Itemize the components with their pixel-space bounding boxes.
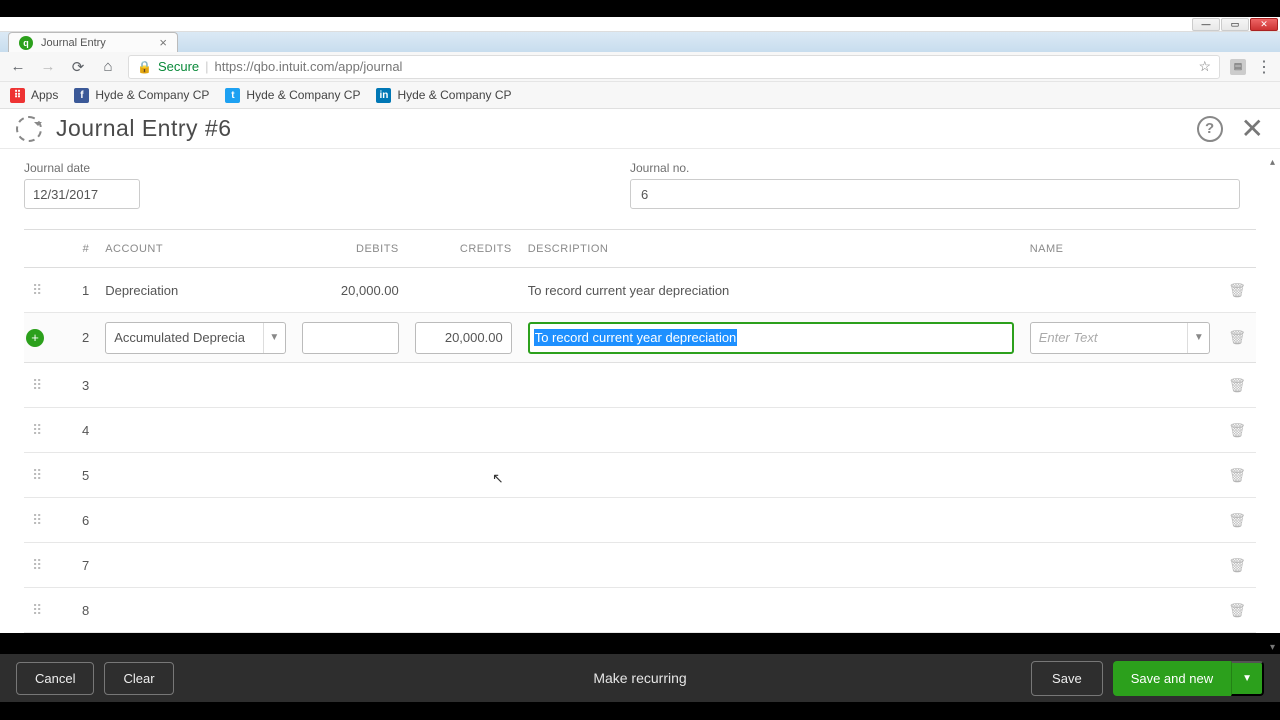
window-minimize-button[interactable]: — [1192,18,1220,31]
col-name: NAME [1022,230,1219,268]
help-button[interactable]: ? [1197,116,1223,142]
lock-icon: 🔒 [137,60,152,74]
save-button[interactable]: Save [1031,661,1103,696]
debit-input[interactable] [302,322,399,354]
linkedin-icon: in [376,88,391,103]
browser-address-bar: ← → ⟳ ⌂ 🔒 Secure | https://qbo.intuit.co… [0,52,1280,82]
browser-tab[interactable]: q Journal Entry × [8,32,178,52]
page-header: Journal Entry #6 ? ✕ [0,109,1280,149]
facebook-icon: f [74,88,89,103]
table-row[interactable]: ⠿6🗑 [24,498,1256,543]
twitter-icon: t [225,88,240,103]
delete-row-icon[interactable]: 🗑 [1228,602,1246,618]
pdf-extension-icon[interactable]: ▤ [1230,59,1246,75]
recurring-icon [16,116,42,142]
desc-cell[interactable]: To record current year depreciation [520,268,1022,313]
table-row[interactable]: ⠿7🗑 [24,543,1256,588]
drag-handle-icon[interactable]: ⠿ [32,422,42,438]
nav-reload-icon[interactable]: ⟳ [68,58,88,76]
table-row[interactable]: ⠿8🗑 [24,588,1256,633]
nav-home-icon[interactable]: ⌂ [98,58,118,75]
table-header-row: # ACCOUNT DEBITS CREDITS DESCRIPTION NAM… [24,230,1256,268]
table-row[interactable]: ⠿3🗑 [24,363,1256,408]
drag-handle-icon[interactable]: ⠿ [32,602,42,618]
journal-date-label: Journal date [24,161,140,175]
page-title: Journal Entry #6 [56,115,231,142]
add-row-button[interactable]: + [26,329,44,347]
table-row-active[interactable]: + 2 Accumulated Deprecia ▼ To record cur… [24,313,1256,363]
delete-row-icon[interactable]: 🗑 [1228,422,1246,438]
col-debits: DEBITS [294,230,407,268]
scroll-down-icon[interactable]: ▾ [1270,642,1280,652]
credit-cell[interactable] [407,268,520,313]
letterbox-top [0,0,1280,17]
col-num: # [55,230,97,268]
tab-close-icon[interactable]: × [159,35,167,50]
journal-date-input[interactable] [24,179,140,209]
delete-row-icon[interactable]: 🗑 [1228,377,1246,393]
account-cell[interactable]: Depreciation [97,268,294,313]
browser-menu-icon[interactable]: ⋮ [1256,57,1272,77]
name-dropdown[interactable]: Enter Text ▼ [1030,322,1211,354]
panel-close-button[interactable]: ✕ [1241,112,1264,145]
scroll-up-icon[interactable]: ▴ [1270,157,1280,167]
bookmark-star-icon[interactable]: ☆ [1198,58,1211,75]
delete-row-icon[interactable]: 🗑 [1228,329,1246,345]
journal-table: # ACCOUNT DEBITS CREDITS DESCRIPTION NAM… [0,229,1280,633]
footer-bar: Cancel Clear Make recurring Save Save an… [0,654,1280,702]
journal-no-input[interactable] [630,179,1240,209]
window-chrome: — ▭ ✕ [0,17,1280,32]
name-cell[interactable] [1022,268,1219,313]
selected-text: To record current year depreciation [534,329,738,346]
letterbox-bottom [0,702,1280,720]
delete-row-icon[interactable]: 🗑 [1228,282,1246,298]
col-description: DESCRIPTION [520,230,1022,268]
cancel-button[interactable]: Cancel [16,662,94,695]
chevron-down-icon[interactable]: ▼ [1187,323,1209,353]
tab-favicon-icon: q [19,36,33,50]
nav-forward-icon: → [38,58,58,75]
col-account: ACCOUNT [97,230,294,268]
window-maximize-button[interactable]: ▭ [1221,18,1249,31]
url-input[interactable]: 🔒 Secure | https://qbo.intuit.com/app/jo… [128,55,1220,79]
delete-row-icon[interactable]: 🗑 [1228,557,1246,573]
bookmark-fb[interactable]: f Hyde & Company CP [74,88,209,103]
browser-tab-bar: q Journal Entry × [0,32,1280,52]
make-recurring-link[interactable]: Make recurring [593,670,686,686]
drag-handle-icon[interactable]: ⠿ [32,282,42,298]
apps-icon: ⠿ [10,88,25,103]
chevron-down-icon[interactable]: ▼ [263,323,285,353]
table-row[interactable]: ⠿4🗑 [24,408,1256,453]
form-fields: Journal date Journal no. [0,149,1280,229]
table-row[interactable]: ⠿ 1 Depreciation 20,000.00 To record cur… [24,268,1256,313]
drag-handle-icon[interactable]: ⠿ [32,467,42,483]
debit-cell[interactable]: 20,000.00 [294,268,407,313]
url-text: https://qbo.intuit.com/app/journal [215,59,403,74]
bookmarks-bar: ⠿ Apps f Hyde & Company CP t Hyde & Comp… [0,82,1280,109]
bookmark-li[interactable]: in Hyde & Company CP [376,88,511,103]
drag-handle-icon[interactable]: ⠿ [32,512,42,528]
journal-no-label: Journal no. [630,161,1240,175]
description-input[interactable]: To record current year depreciation [528,322,1014,354]
table-row[interactable]: ⠿5🗑 [24,453,1256,498]
save-and-new-button[interactable]: Save and new [1113,661,1231,696]
tab-title: Journal Entry [41,37,151,49]
clear-button[interactable]: Clear [104,662,173,695]
nav-back-icon[interactable]: ← [8,58,28,75]
apps-button[interactable]: ⠿ Apps [10,88,58,103]
drag-handle-icon[interactable]: ⠿ [32,377,42,393]
delete-row-icon[interactable]: 🗑 [1228,467,1246,483]
account-dropdown[interactable]: Accumulated Deprecia ▼ [105,322,286,354]
col-credits: CREDITS [407,230,520,268]
drag-handle-icon[interactable]: ⠿ [32,557,42,573]
credit-input[interactable] [415,322,512,354]
bookmark-tw[interactable]: t Hyde & Company CP [225,88,360,103]
delete-row-icon[interactable]: 🗑 [1228,512,1246,528]
secure-label: Secure [158,59,199,74]
save-dropdown-toggle[interactable]: ▼ [1231,661,1264,696]
window-close-button[interactable]: ✕ [1250,18,1278,31]
